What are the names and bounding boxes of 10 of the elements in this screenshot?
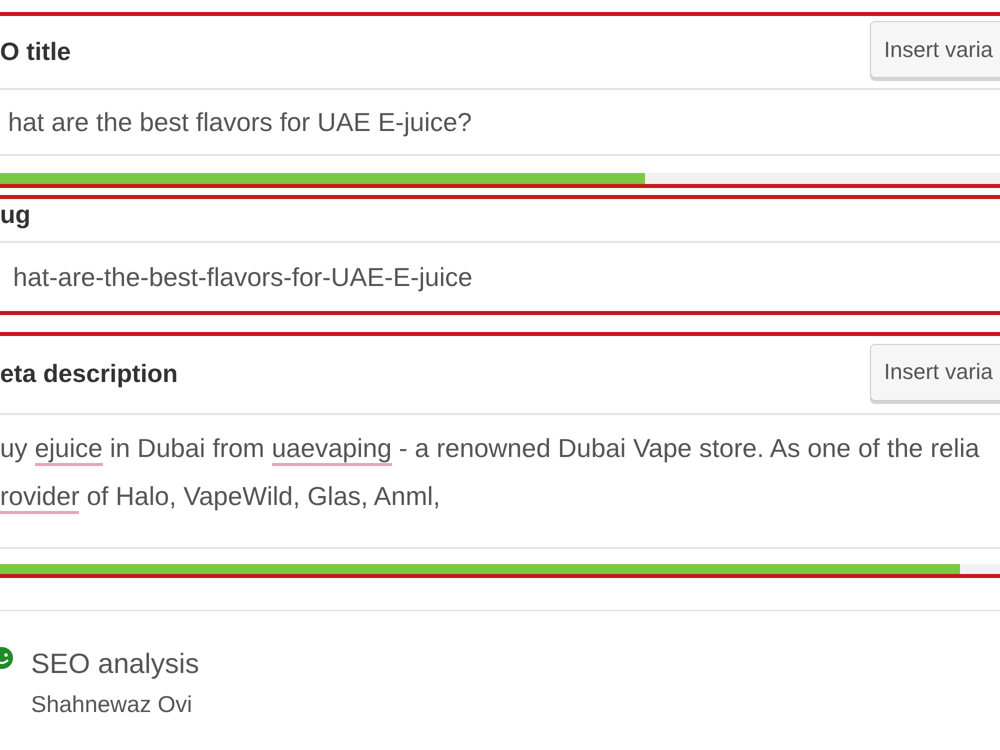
keyphrase-text: Shahnewaz Ovi: [31, 690, 192, 718]
section-title[interactable]: SEO analysis: [31, 647, 200, 681]
field-label: ug: [0, 201, 31, 230]
title-field[interactable]: hat are the best flavors for UAE E-juice?: [0, 88, 1000, 156]
insert-variable-button[interactable]: Insert varia: [870, 21, 1000, 78]
smiley-icon: [0, 647, 13, 669]
field-label: eta description: [0, 360, 178, 389]
description-field[interactable]: uy ejuice in Dubai from uaevaping - a renowned Dubai Vape store. As one of the relia rovider of Halo, VapeWild, Glas, Anml,: [0, 413, 1000, 549]
field-label: O title: [0, 38, 71, 66]
slug-field[interactable]: hat-are-the-best-flavors-for-UAE-E-juice: [0, 241, 1000, 311]
